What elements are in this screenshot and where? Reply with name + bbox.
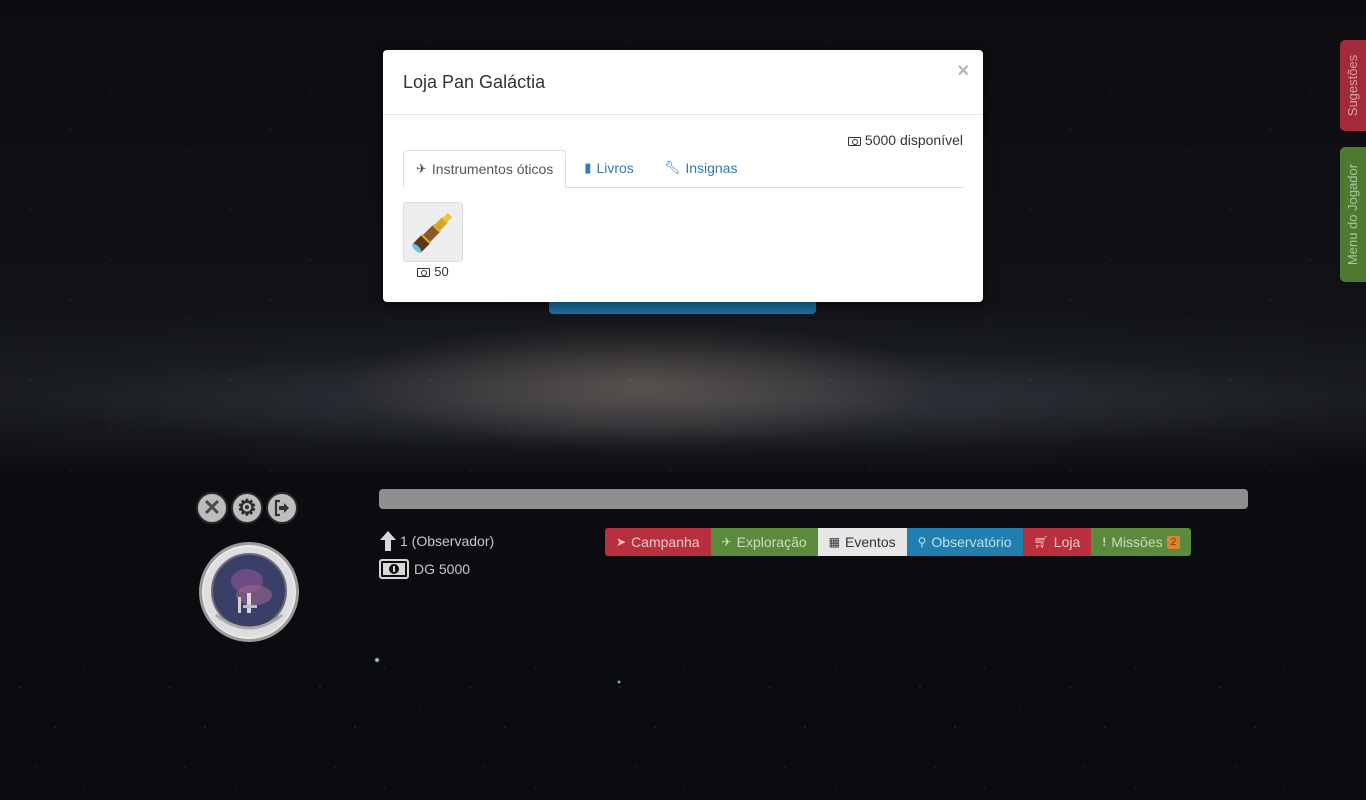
shop-item-price-value: 50 <box>434 264 449 279</box>
shop-item: 50 <box>403 202 463 279</box>
cart-icon: 🛒︎ <box>1033 535 1049 549</box>
tab-insignas-label: Insignas <box>685 160 738 176</box>
nav-missoes-button[interactable]: ! Missões 2 <box>1091 528 1192 556</box>
player-currency: DG 5000 <box>379 559 470 579</box>
rocket-icon: ➤ <box>616 535 627 549</box>
gear-icon: ⚙ <box>237 495 257 520</box>
nav-exploracao-label: Exploração <box>736 534 807 550</box>
nav-loja-label: Loja <box>1053 534 1081 550</box>
nav-eventos-label: Eventos <box>845 534 896 550</box>
player-level-text: 1 (Observador) <box>400 533 495 549</box>
tab-instrumentos-oticos[interactable]: ✈ Instrumentos óticos <box>403 150 567 188</box>
experience-progress-bar <box>379 489 1248 509</box>
tab-livros[interactable]: ▮ Livros <box>572 150 646 186</box>
nav-campanha-button[interactable]: ➤ Campanha <box>605 528 711 556</box>
nav-missoes-label: Missões <box>1111 534 1163 550</box>
tab-livros-label: Livros <box>596 160 634 176</box>
player-level: 1 (Observador) <box>379 530 494 552</box>
missions-count-badge: 2 <box>1166 535 1181 549</box>
nav-eventos-button[interactable]: ▦ Eventos <box>817 528 907 556</box>
modal-close-button[interactable]: × <box>957 60 969 83</box>
shop-item-price: 50 <box>403 264 463 279</box>
avatar[interactable] <box>199 542 299 642</box>
shop-tabs: ✈ Instrumentos óticos ▮ Livros 🔧︎ Insign… <box>403 150 963 188</box>
nav-exploracao-button[interactable]: ✈ Exploração <box>710 528 818 556</box>
main-nav: ➤ Campanha ✈ Exploração ▦ Eventos ⚲ Obse… <box>605 528 1192 556</box>
shop-balance: 5000 disponível <box>847 132 963 148</box>
tab-instrumentos-oticos-label: Instrumentos óticos <box>431 161 554 177</box>
logout-button[interactable] <box>266 492 298 524</box>
money-icon <box>417 268 431 278</box>
nav-observatorio-label: Observatório <box>931 534 1012 550</box>
money-icon <box>847 136 861 146</box>
spyglass-icon <box>412 212 453 253</box>
exclamation-icon: ! <box>1102 535 1107 549</box>
search-icon: ⚲ <box>917 535 927 549</box>
player-currency-text: DG 5000 <box>414 561 471 577</box>
side-tab-sugestoes[interactable]: Sugestões <box>1340 40 1366 131</box>
nav-loja-button[interactable]: 🛒︎ Loja <box>1022 528 1092 556</box>
bright-star <box>617 680 621 684</box>
astronaut-helmet-icon <box>204 547 294 637</box>
plane-icon: ✈ <box>416 161 427 176</box>
calendar-icon: ▦ <box>828 535 841 549</box>
settings-button[interactable]: ⚙ <box>231 492 263 524</box>
book-icon: ▮ <box>584 160 592 175</box>
modal-header: Loja Pan Galáctia × <box>383 50 983 115</box>
shop-balance-text: 5000 disponível <box>864 132 963 148</box>
close-icon: ✕ <box>202 495 222 520</box>
nav-observatorio-button[interactable]: ⚲ Observatório <box>906 528 1023 556</box>
nav-campanha-label: Campanha <box>631 534 700 550</box>
money-icon <box>379 559 409 579</box>
tab-insignas[interactable]: 🔧︎ Insignas <box>652 150 750 186</box>
logout-icon <box>274 499 289 517</box>
wrench-icon: 🔧︎ <box>663 160 681 175</box>
side-tab-player-menu-label: Menu do Jogador <box>1345 163 1361 266</box>
plane-icon: ✈ <box>721 535 732 549</box>
bright-star <box>374 657 380 663</box>
side-tab-sugestoes-label: Sugestões <box>1345 54 1361 117</box>
shop-modal: Loja Pan Galáctia × 5000 disponível ✈ In… <box>383 50 983 302</box>
bottom-starfield <box>0 657 1366 800</box>
side-tab-player-menu[interactable]: Menu do Jogador <box>1340 147 1366 282</box>
close-circle-button[interactable]: ✕ <box>196 492 228 524</box>
modal-title: Loja Pan Galáctia <box>403 72 546 92</box>
level-up-arrow-icon <box>380 531 396 551</box>
shop-item-thumbnail[interactable] <box>403 202 463 262</box>
